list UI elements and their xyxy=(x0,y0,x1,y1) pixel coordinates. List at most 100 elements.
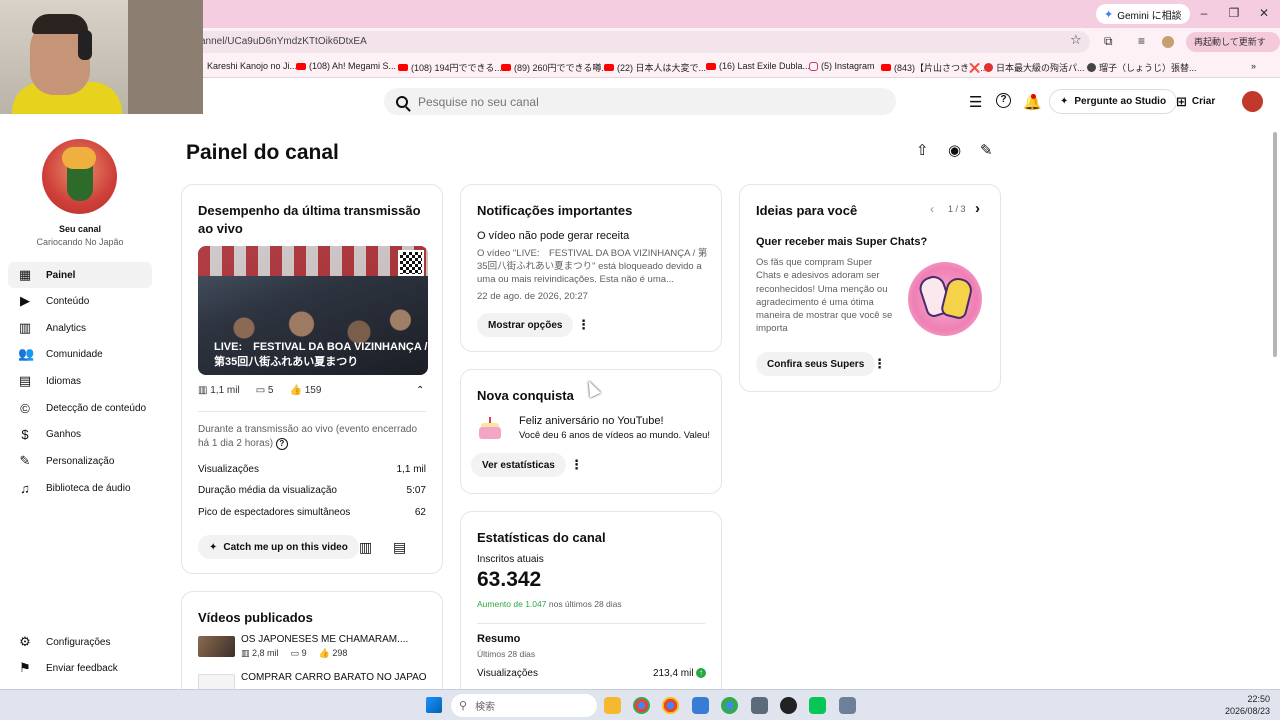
bookmark-item[interactable]: (5) Instagram xyxy=(809,61,875,71)
restart-update-button[interactable]: 再起動して更新する xyxy=(1186,32,1280,67)
file-explorer-icon[interactable] xyxy=(604,697,621,714)
url-input[interactable]: annel/UCa9uD6nYmdzKTtOik6DtxEA xyxy=(160,31,1090,53)
help-icon[interactable]: ? xyxy=(275,438,288,450)
catch-me-up-button[interactable]: ✦ Catch me up on this video xyxy=(198,535,359,559)
audio-library-icon: ♫ xyxy=(20,480,30,496)
channel-avatar[interactable] xyxy=(42,139,117,214)
ideas-card: Ideias para você ‹ 1 / 3 › Quer receber … xyxy=(739,184,1001,392)
youtube-icon xyxy=(296,62,306,70)
magic-wand-icon: ✎ xyxy=(19,453,31,468)
chevron-left-icon[interactable]: ‹ xyxy=(930,202,934,216)
calendar-app-icon[interactable] xyxy=(839,697,856,714)
help-icon[interactable]: ? xyxy=(996,93,1011,108)
sidebar-item-feedback[interactable]: ⚑ Enviar feedback xyxy=(8,655,152,681)
create-button[interactable]: ⊞ Criar xyxy=(1176,89,1215,114)
windows-taskbar: ⚲ 検索 22:50 2026/08/23 xyxy=(0,689,1280,720)
live-video-thumbnail[interactable]: LIVE: FESTIVAL DA BOA VIZINHANÇA / 第35回八… xyxy=(198,246,428,375)
divider xyxy=(477,623,705,624)
bookmark-item[interactable]: (108) Ah! Megami S... xyxy=(296,61,396,71)
bookmark-item[interactable]: Kareshi Kanojo no Ji... xyxy=(207,61,297,71)
video-thumbnail[interactable] xyxy=(198,636,235,657)
video-stats: ▥ 2,8 mil ▭ 9 👍 298 xyxy=(241,648,348,658)
site-favicon-icon xyxy=(1087,63,1096,72)
sidebar-item-conteudo[interactable]: ▶ Conteúdo xyxy=(8,288,152,314)
page-scrollbar[interactable] xyxy=(1273,132,1277,357)
sidebar-item-comunidade[interactable]: 👥 Comunidade xyxy=(8,341,152,367)
comment-icon: ▭ xyxy=(290,648,300,658)
analytics-icon[interactable]: ▥ xyxy=(359,539,372,556)
sidebar-item-ganhos[interactable]: $ Ganhos xyxy=(8,421,152,447)
view-stats-button[interactable]: Ver estatísticas xyxy=(471,453,566,477)
add-video-icon: ⊞ xyxy=(1176,93,1187,109)
bookmark-item[interactable]: (22) 日本人は大変で... xyxy=(604,61,706,74)
bookmark-item[interactable]: (108) 194円でできる... xyxy=(398,61,502,74)
create-post-icon[interactable]: ✎ xyxy=(980,141,993,159)
thumb-caption-line2: 第35回八街ふれあい夏まつり xyxy=(214,356,359,368)
restore-icon[interactable]: ❐ xyxy=(1226,6,1242,20)
video-title[interactable]: OS JAPONESES ME CHAMARAM.... xyxy=(241,634,408,645)
thumbs-up-icon: 👍 xyxy=(318,648,330,658)
show-options-button[interactable]: Mostrar opções xyxy=(477,313,574,337)
windows-start-icon[interactable] xyxy=(426,697,442,713)
analytics-icon: ▥ xyxy=(18,320,32,335)
dollar-icon: $ xyxy=(21,426,29,442)
channel-search[interactable] xyxy=(384,88,896,115)
chevron-right-icon[interactable]: › xyxy=(975,200,980,217)
comments-icon[interactable]: ☰ xyxy=(969,93,982,111)
sidebar-item-painel[interactable]: ▦ Painel xyxy=(8,262,152,288)
chrome-icon[interactable] xyxy=(721,697,738,714)
page-title: Painel do canal xyxy=(186,141,339,164)
feedback-icon: ⚑ xyxy=(19,660,31,675)
notepad-icon[interactable] xyxy=(692,697,709,714)
bookmark-item[interactable]: 瑠子（しょうじ）張替... xyxy=(1087,61,1197,74)
line-icon[interactable] xyxy=(809,697,826,714)
thumb-caption-line1: LIVE: FESTIVAL DA BOA VIZINHANÇA / xyxy=(214,341,428,353)
taskbar-clock[interactable]: 22:50 2026/08/23 xyxy=(1220,693,1270,717)
close-icon[interactable]: ✕ xyxy=(1256,6,1272,20)
bar-chart-icon: ▥ xyxy=(198,385,208,396)
stats-card-title: Estatísticas do canal xyxy=(477,530,606,545)
sidebar-item-configuracoes[interactable]: ⚙ Configurações xyxy=(8,629,152,655)
bookmark-item[interactable]: (843)【片山さつき❌... xyxy=(881,61,988,74)
profile-avatar-icon[interactable] xyxy=(1162,36,1174,48)
bookmarks-overflow-icon[interactable]: » xyxy=(1251,61,1256,71)
bookmark-item[interactable]: (89) 260円でできる噂... xyxy=(501,61,609,74)
account-avatar[interactable] xyxy=(1242,91,1263,112)
minimize-icon[interactable]: – xyxy=(1196,6,1212,20)
extensions-icon[interactable]: ⧉ xyxy=(1104,34,1113,49)
media-controls-icon[interactable]: ≡ xyxy=(1138,34,1145,48)
bookmark-item[interactable]: (16) Last Exile Dubla... xyxy=(706,61,810,71)
sidebar-item-analytics[interactable]: ▥ Analytics xyxy=(8,315,152,341)
bookmark-star-icon[interactable]: ☆ xyxy=(1070,32,1082,48)
chevron-up-icon[interactable]: ⌃ xyxy=(416,385,424,396)
comments-icon[interactable]: ▤ xyxy=(393,539,406,556)
notification-date: 22 de ago. de 2026, 20:27 xyxy=(477,291,588,302)
more-options-icon[interactable]: ⋮ xyxy=(873,356,886,372)
check-supers-button[interactable]: Confira seus Supers xyxy=(756,352,876,376)
sidebar-item-biblioteca-audio[interactable]: ♫ Biblioteca de áudio xyxy=(8,475,152,501)
search-input[interactable] xyxy=(418,94,858,109)
go-live-icon[interactable]: ◉ xyxy=(948,141,961,159)
bookmark-item[interactable]: 日本最大級の殉活パ... xyxy=(984,61,1085,74)
search-icon: ⚲ xyxy=(459,700,468,712)
more-options-icon[interactable]: ⋮ xyxy=(577,317,590,333)
comments-stat: ▭ 5 xyxy=(255,385,274,396)
chrome-icon[interactable] xyxy=(662,697,679,714)
taskbar-search[interactable]: ⚲ 検索 xyxy=(451,694,597,717)
sidebar-item-deteccao[interactable]: © Detecção de conteúdo xyxy=(8,395,152,421)
live-card-title: Desempenho da última transmissão ao vivo xyxy=(198,203,421,236)
chrome-icon[interactable] xyxy=(633,697,650,714)
sidebar-item-idiomas[interactable]: ▤ Idiomas xyxy=(8,368,152,394)
calculator-icon[interactable] xyxy=(751,697,768,714)
video-title[interactable]: COMPRAR CARRO BARATO NO JAPAO xyxy=(241,672,427,683)
youtube-icon xyxy=(398,64,408,71)
gemini-button[interactable]: ✦ Gemini に相談 xyxy=(1096,4,1190,24)
obs-icon[interactable] xyxy=(780,697,797,714)
ask-studio-button[interactable]: ✦ Pergunte ao Studio xyxy=(1049,89,1178,114)
ideas-card-title: Ideias para você xyxy=(756,203,858,218)
more-options-icon[interactable]: ⋮ xyxy=(570,457,583,473)
sidebar-item-personalizacao[interactable]: ✎ Personalização xyxy=(8,448,152,474)
youtube-icon xyxy=(706,62,716,70)
upload-icon[interactable]: ⇧ xyxy=(916,141,929,159)
bar-chart-icon: ▥ xyxy=(241,648,250,658)
